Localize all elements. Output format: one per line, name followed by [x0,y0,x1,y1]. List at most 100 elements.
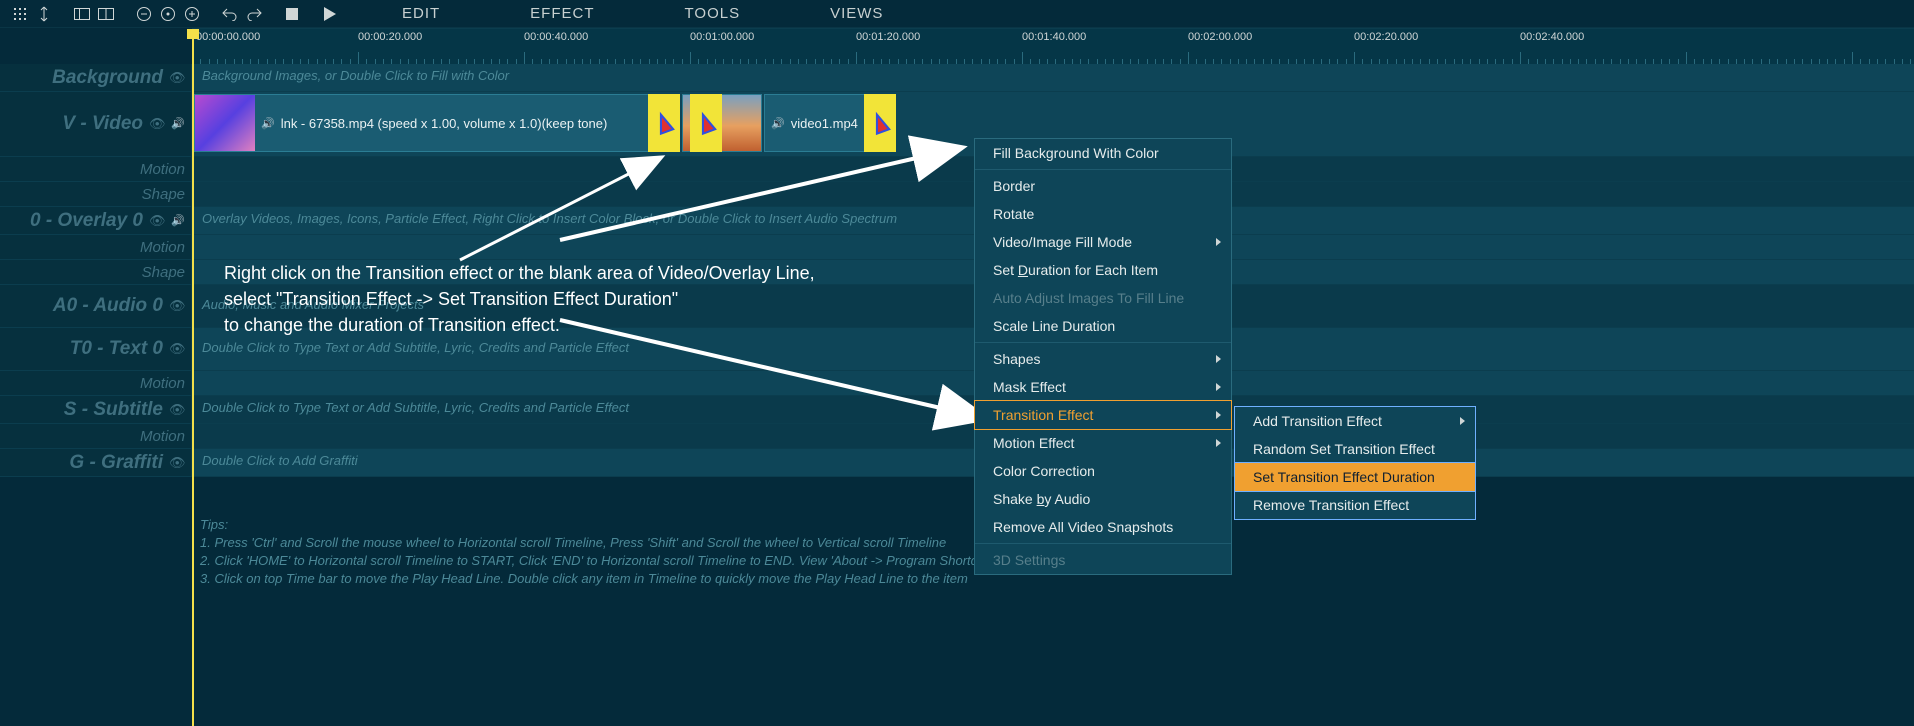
track-label: 0 - Overlay 0 [30,210,143,232]
ctx-text: uration for Each Item [1028,262,1158,278]
ruler-tick: 00:00:00.000 [196,31,260,43]
zoom-reset-icon[interactable] [156,3,180,25]
menu-edit[interactable]: EDIT [402,5,440,22]
play-icon[interactable] [318,3,342,25]
visibility-icon[interactable]: 👁 [169,341,185,357]
visibility-icon[interactable]: 👁 [169,455,185,471]
sub-set-transition-duration[interactable]: Set Transition Effect Duration [1234,462,1476,492]
menu-divider [975,543,1231,544]
ctx-text: Set [993,262,1018,278]
lane-hint: Double Click to Add Graffiti [202,453,358,468]
time-ruler[interactable]: 00:00:00.000 00:00:20.000 00:00:40.000 0… [192,28,1914,64]
ctx-remove-snapshots[interactable]: Remove All Video Snapshots [975,513,1231,541]
lane-hint: Overlay Videos, Images, Icons, Particle … [202,211,897,226]
speaker-icon[interactable]: 🔊 [171,214,185,228]
visibility-icon[interactable]: 👁 [169,298,185,314]
track-text0-motion: Motion [0,371,1914,396]
track-label: Background [52,67,163,89]
ctx-scale-line[interactable]: Scale Line Duration [975,312,1231,340]
instruction-line: select "Transition Effect -> Set Transit… [224,286,815,312]
menu-effect[interactable]: EFFECT [530,5,594,22]
instruction-line: Right click on the Transition effect or … [224,260,815,286]
ctx-text: Shake [993,491,1037,507]
track-subtitle-motion: Motion [0,424,1914,449]
menu-divider [975,169,1231,170]
track-label: A0 - Audio 0 [53,295,163,317]
layout-b-icon[interactable] [94,3,118,25]
zoom-in-icon[interactable] [180,3,204,25]
visibility-icon[interactable]: 👁 [149,213,165,229]
lane-hint: Background Images, or Double Click to Fi… [202,68,509,83]
menu-views[interactable]: VIEWS [830,5,883,22]
redo-icon[interactable] [242,3,266,25]
playhead[interactable] [192,29,194,726]
sublane-label: Shape [142,186,185,203]
menu-tools[interactable]: TOOLS [685,5,741,22]
undo-icon[interactable] [218,3,242,25]
video-clip[interactable]: 🔊 video1.mp4 [764,94,868,152]
sublane-label: Motion [140,239,185,256]
ctx-fill-background[interactable]: Fill Background With Color [975,139,1231,167]
ctx-fill-mode[interactable]: Video/Image Fill Mode [975,228,1231,256]
track-video-shape: Shape [0,182,1914,207]
track-label: T0 - Text 0 [70,338,163,360]
ruler-tick: 00:01:00.000 [690,31,754,43]
sub-remove-transition[interactable]: Remove Transition Effect [1235,491,1475,519]
ctx-auto-adjust: Auto Adjust Images To Fill Line [975,284,1231,312]
visibility-icon[interactable]: 👁 [149,116,165,132]
ctx-set-duration[interactable]: Set Duration for Each Item [975,256,1231,284]
instruction-line: to change the duration of Transition eff… [224,312,815,338]
zoom-out-icon[interactable] [132,3,156,25]
ruler-tick: 00:02:00.000 [1188,31,1252,43]
track-video-motion: Motion [0,157,1914,182]
track-label: V - Video [62,113,143,135]
track-video: V - Video 👁 🔊 🔊 lnk - 67358.mp4 (speed x… [0,92,1914,157]
ctx-accesskey: D [1018,262,1028,278]
ctx-motion-effect[interactable]: Motion Effect [975,429,1231,457]
track-graffiti: G - Graffiti 👁 Double Click to Add Graff… [0,449,1914,477]
lane-hint: Double Click to Type Text or Add Subtitl… [202,400,629,415]
track-subtitle: S - Subtitle 👁 Double Click to Type Text… [0,396,1914,424]
ctx-color-correction[interactable]: Color Correction [975,457,1231,485]
context-menu: Fill Background With Color Border Rotate… [974,138,1232,575]
visibility-icon[interactable]: 👁 [169,402,185,418]
lane-hint: Double Click to Type Text or Add Subtitl… [202,340,629,355]
track-lane-background[interactable]: Background Images, or Double Click to Fi… [192,64,1914,91]
ctx-shake-by-audio[interactable]: Shake by Audio [975,485,1231,513]
ruler-tick: 00:00:20.000 [358,31,422,43]
track-overlay0-motion: Motion [0,235,1914,260]
ctx-shapes[interactable]: Shapes [975,345,1231,373]
stop-icon[interactable] [280,3,304,25]
vscroll-icon[interactable] [32,3,56,25]
track-label: G - Graffiti [69,452,163,474]
speaker-icon[interactable]: 🔊 [171,117,185,131]
grid-icon[interactable] [8,3,32,25]
layout-a-icon[interactable] [70,3,94,25]
sub-random-transition[interactable]: Random Set Transition Effect [1235,435,1475,463]
speaker-icon: 🔊 [771,117,785,130]
ctx-border[interactable]: Border [975,172,1231,200]
ctx-mask-effect[interactable]: Mask Effect [975,373,1231,401]
track-background: Background 👁 Background Images, or Doubl… [0,64,1914,92]
instruction-overlay: Right click on the Transition effect or … [224,260,815,338]
ctx-rotate[interactable]: Rotate [975,200,1231,228]
sublane-label: Motion [140,428,185,445]
transition-marker[interactable] [864,94,896,152]
video-clip[interactable]: 🔊 lnk - 67358.mp4 (speed x 1.00, volume … [194,94,650,152]
ruler-tick: 00:00:40.000 [524,31,588,43]
transition-marker[interactable] [690,94,722,152]
ruler-tick: 00:02:20.000 [1354,31,1418,43]
ctx-transition-effect[interactable]: Transition Effect [974,400,1232,430]
clip-label: lnk - 67358.mp4 (speed x 1.00, volume x … [281,116,608,131]
context-submenu-transition: Add Transition Effect Random Set Transit… [1234,406,1476,520]
sublane-label: Motion [140,161,185,178]
clip-label: video1.mp4 [791,116,858,131]
ruler-tick: 00:02:40.000 [1520,31,1584,43]
speaker-icon: 🔊 [261,117,275,130]
transition-marker[interactable] [648,94,680,152]
visibility-icon[interactable]: 👁 [169,70,185,86]
sub-add-transition[interactable]: Add Transition Effect [1235,407,1475,435]
ctx-text: y Audio [1044,491,1090,507]
ruler-tick: 00:01:20.000 [856,31,920,43]
sublane-label: Shape [142,264,185,281]
